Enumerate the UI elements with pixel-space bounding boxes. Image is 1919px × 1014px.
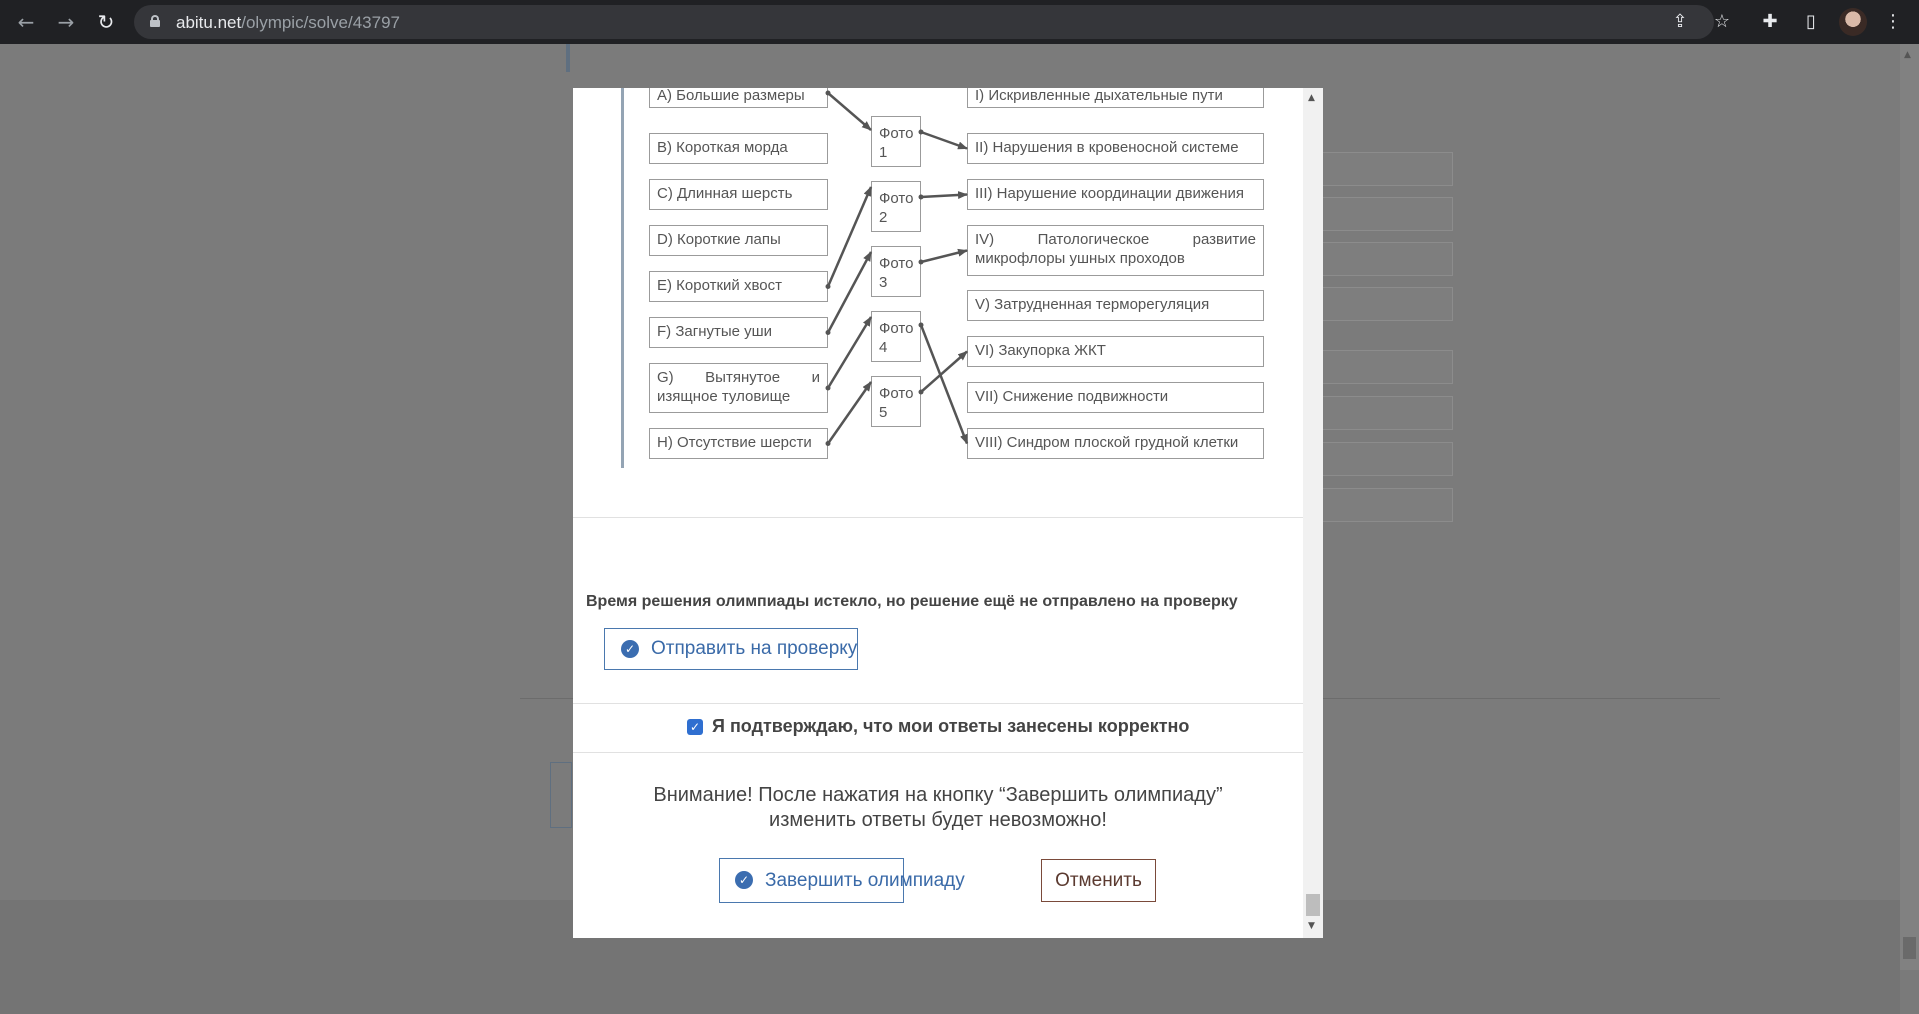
reload-icon[interactable]: ↻: [93, 9, 119, 35]
sidepanel-icon[interactable]: ▯: [1798, 9, 1824, 35]
submit-for-review-label: Отправить на проверку: [651, 638, 858, 659]
share-icon[interactable]: ⇪: [1667, 9, 1693, 35]
arrow-photo-5-to-problem-vi-start-dot: [918, 389, 924, 395]
star-icon[interactable]: ☆: [1709, 9, 1735, 35]
arrow-feature-f-to-photo-3-start-dot: [825, 330, 831, 335]
warning-line-2: изменить ответы будет невозможно!: [769, 809, 1107, 831]
arrow-feature-h-to-photo-5: [826, 381, 873, 445]
time-expired-notice: Время решения олимпиады истекло, но реше…: [586, 593, 1238, 610]
arrow-feature-h-to-photo-5-start-dot: [825, 441, 831, 446]
arrow-feature-a-to-photo-1-start-dot: [825, 90, 831, 96]
check-circle-icon: ✓: [735, 871, 753, 889]
browser-toolbar: ← → ↻ abitu.net/olympic/solve/43797 ⇪ ☆ …: [0, 0, 1919, 44]
warning-message: Внимание! После нажатия на кнопку “Завер…: [573, 783, 1303, 833]
scroll-up-icon[interactable]: ▲: [1308, 93, 1318, 103]
arrow-photo-3-to-problem-iv-start-dot: [918, 259, 924, 265]
divider: [573, 752, 1303, 753]
submit-for-review-button[interactable]: ✓ Отправить на проверку: [604, 628, 858, 670]
confirm-answers-checkbox[interactable]: ✓: [687, 719, 703, 735]
arrow-photo-4-to-problem-viii-start-dot: [918, 322, 924, 328]
arrow-photo-3-to-problem-iv: [920, 248, 968, 264]
arrow-photo-1-to-problem-ii: [920, 130, 968, 150]
finish-olympiad-modal: A) Большие размеры B) Короткая морда C) …: [573, 88, 1323, 938]
back-icon[interactable]: ←: [13, 9, 39, 35]
arrow-photo-2-to-problem-iii: [920, 190, 968, 199]
arrow-photo-1-to-problem-ii-start-dot: [918, 129, 924, 135]
cancel-button[interactable]: Отменить: [1041, 859, 1156, 902]
warning-line-1: Внимание! После нажатия на кнопку “Завер…: [653, 784, 1223, 806]
confirm-answers-label[interactable]: Я подтверждаю, что мои ответы занесены к…: [712, 716, 1189, 737]
scroll-down-icon[interactable]: ▼: [1308, 921, 1318, 931]
finish-olympiad-label: Завершить олимпиаду: [765, 870, 965, 891]
connection-arrows: [825, 90, 969, 446]
arrow-photo-2-to-problem-iii-start-dot: [918, 194, 924, 200]
bg-box: [550, 762, 572, 828]
bg-accent-bar: [566, 44, 570, 72]
profile-avatar[interactable]: [1839, 8, 1867, 36]
arrow-feature-f-to-photo-3: [826, 251, 873, 334]
divider: [573, 703, 1303, 704]
check-circle-icon: ✓: [621, 640, 639, 658]
page-scrollbar-thumb[interactable]: [1903, 937, 1916, 959]
lock-icon[interactable]: [150, 15, 160, 27]
address-bar[interactable]: abitu.net/olympic/solve/43797: [134, 5, 1714, 39]
url-text[interactable]: abitu.net/olympic/solve/43797: [176, 13, 400, 33]
arrow-photo-4-to-problem-viii: [919, 324, 969, 445]
forward-icon[interactable]: →: [53, 9, 79, 35]
divider: [573, 517, 1303, 518]
arrow-feature-e-to-photo-2-start-dot: [825, 284, 831, 289]
arrow-feature-e-to-photo-2: [826, 186, 873, 287]
modal-scrollbar[interactable]: ▲ ▼: [1303, 88, 1323, 938]
page-scrollbar[interactable]: ▲: [1900, 44, 1919, 970]
menu-icon[interactable]: ⋮: [1880, 9, 1906, 35]
finish-olympiad-button[interactable]: ✓ Завершить олимпиаду: [719, 858, 965, 903]
arrow-feature-g-to-photo-4-start-dot: [825, 385, 831, 391]
modal-scrollbar-thumb[interactable]: [1306, 894, 1320, 916]
arrow-feature-g-to-photo-4: [826, 316, 873, 389]
matching-question: A) Большие размеры B) Короткая морда C) …: [573, 88, 1303, 478]
scroll-up-icon[interactable]: ▲: [1904, 50, 1911, 60]
arrow-feature-a-to-photo-1: [827, 92, 872, 131]
extensions-icon[interactable]: ✚: [1757, 9, 1783, 35]
